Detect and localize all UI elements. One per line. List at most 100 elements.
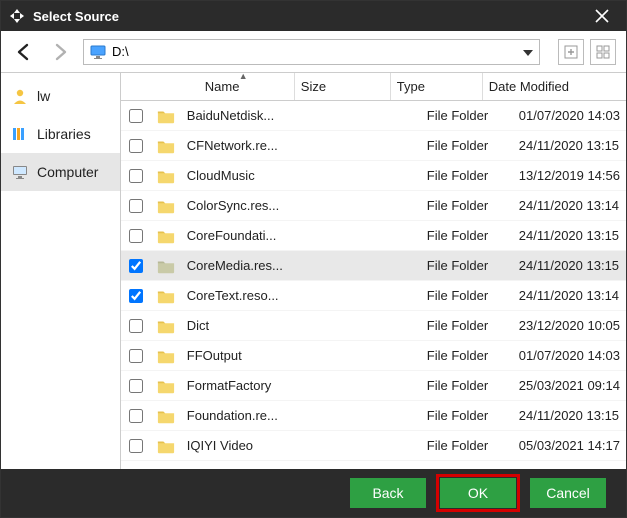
col-date-header[interactable]: Date Modified: [483, 73, 610, 100]
row-type: File Folder: [421, 191, 513, 220]
row-checkbox[interactable]: [129, 169, 143, 183]
computer-icon: [11, 163, 29, 181]
table-row[interactable]: CFNetwork.re...File Folder24/11/2020 13:…: [121, 131, 626, 161]
folder-icon: [151, 371, 181, 400]
sidebar-item-computer[interactable]: Computer: [1, 153, 120, 191]
toolbar-right: [558, 39, 616, 65]
row-name: BaiduNetdisk...: [181, 101, 325, 130]
folder-icon: [151, 191, 181, 220]
row-size: [325, 281, 421, 310]
row-name: CFNetwork.re...: [181, 131, 325, 160]
col-type-header[interactable]: Type: [391, 73, 483, 100]
main-area: lw Libraries Computer Name ▲ Size Type D…: [1, 73, 626, 469]
row-checkbox-cell: [121, 191, 151, 220]
col-name-header[interactable]: Name ▲: [151, 73, 295, 100]
row-checkbox-cell: [121, 221, 151, 250]
table-row[interactable]: DictFile Folder23/12/2020 10:05: [121, 311, 626, 341]
row-size: [325, 191, 421, 220]
row-name: CoreText.reso...: [181, 281, 325, 310]
path-input[interactable]: D:\: [83, 39, 540, 65]
row-checkbox[interactable]: [129, 109, 143, 123]
folder-icon: [151, 401, 181, 430]
row-size: [325, 401, 421, 430]
row-checkbox[interactable]: [129, 319, 143, 333]
row-type: File Folder: [421, 311, 513, 340]
path-text: D:\: [112, 44, 517, 59]
app-icon: [9, 8, 25, 24]
ok-button[interactable]: OK: [440, 478, 516, 508]
nav-forward-button[interactable]: [47, 39, 73, 65]
folder-icon: [151, 431, 181, 460]
footer: Back OK Cancel: [1, 469, 626, 517]
table-row[interactable]: BaiduNetdisk...File Folder01/07/2020 14:…: [121, 101, 626, 131]
table-row[interactable]: IQIYI VideoFile Folder05/03/2021 14:17: [121, 431, 626, 461]
user-icon: [11, 87, 29, 105]
row-checkbox[interactable]: [129, 439, 143, 453]
row-size: [325, 161, 421, 190]
row-type: File Folder: [421, 431, 513, 460]
back-button[interactable]: Back: [350, 478, 426, 508]
row-name: Foundation.re...: [181, 401, 325, 430]
table-row[interactable]: Foundation.re...File Folder24/11/2020 13…: [121, 401, 626, 431]
sidebar: lw Libraries Computer: [1, 73, 121, 469]
row-checkbox[interactable]: [129, 259, 143, 273]
row-checkbox-cell: [121, 251, 151, 280]
table-row[interactable]: CloudMusic File Folder13/12/2019 14:56: [121, 161, 626, 191]
table-row[interactable]: FormatFactoryFile Folder25/03/2021 09:14: [121, 371, 626, 401]
path-dropdown-icon[interactable]: [523, 44, 533, 59]
row-checkbox-cell: [121, 401, 151, 430]
col-check: [121, 73, 151, 100]
row-type: File Folder: [421, 101, 513, 130]
sidebar-item-libraries[interactable]: Libraries: [1, 115, 120, 153]
folder-icon: [151, 281, 181, 310]
row-checkbox-cell: [121, 371, 151, 400]
row-type: File Folder: [421, 251, 513, 280]
row-size: [325, 341, 421, 370]
nav-back-button[interactable]: [11, 39, 37, 65]
row-type: File Folder: [421, 161, 513, 190]
row-checkbox-cell: [121, 311, 151, 340]
row-checkbox[interactable]: [129, 199, 143, 213]
table-row[interactable]: CoreMedia.res...File Folder24/11/2020 13…: [121, 251, 626, 281]
view-grid-button[interactable]: [590, 39, 616, 65]
row-checkbox-cell: [121, 431, 151, 460]
sidebar-item-label: Computer: [37, 164, 98, 180]
new-folder-button[interactable]: [558, 39, 584, 65]
row-date: 24/11/2020 13:14: [513, 281, 626, 310]
row-checkbox[interactable]: [129, 289, 143, 303]
row-checkbox[interactable]: [129, 229, 143, 243]
table-row[interactable]: ColorSync.res...File Folder24/11/2020 13…: [121, 191, 626, 221]
row-checkbox[interactable]: [129, 409, 143, 423]
row-checkbox[interactable]: [129, 349, 143, 363]
table-row[interactable]: FFOutputFile Folder01/07/2020 14:03: [121, 341, 626, 371]
row-size: [325, 251, 421, 280]
row-name: IQIYI Video: [181, 431, 325, 460]
row-name: FormatFactory: [181, 371, 325, 400]
col-size-header[interactable]: Size: [295, 73, 391, 100]
column-headers: Name ▲ Size Type Date Modified: [121, 73, 626, 101]
folder-icon: [151, 161, 181, 190]
row-checkbox[interactable]: [129, 139, 143, 153]
row-checkbox[interactable]: [129, 379, 143, 393]
row-date: 24/11/2020 13:15: [513, 401, 626, 430]
folder-icon: [151, 131, 181, 160]
row-size: [325, 221, 421, 250]
table-row[interactable]: CoreText.reso... File Folder24/11/2020 13…: [121, 281, 626, 311]
cancel-button[interactable]: Cancel: [530, 478, 606, 508]
sidebar-item-user[interactable]: lw: [1, 77, 120, 115]
folder-icon: [151, 251, 181, 280]
row-date: 24/11/2020 13:15: [513, 251, 626, 280]
rows-container[interactable]: BaiduNetdisk...File Folder01/07/2020 14:…: [121, 101, 626, 469]
row-size: [325, 431, 421, 460]
folder-icon: [151, 341, 181, 370]
close-button[interactable]: [586, 1, 618, 31]
table-row[interactable]: CoreFoundati...File Folder24/11/2020 13:…: [121, 221, 626, 251]
row-name: Dict: [181, 311, 325, 340]
row-type: File Folder: [421, 281, 513, 310]
drive-icon: [90, 45, 106, 59]
row-name: ColorSync.res...: [181, 191, 325, 220]
row-date: 13/12/2019 14:56: [513, 161, 626, 190]
row-name: CloudMusic: [181, 161, 325, 190]
row-size: [325, 371, 421, 400]
row-type: File Folder: [421, 341, 513, 370]
